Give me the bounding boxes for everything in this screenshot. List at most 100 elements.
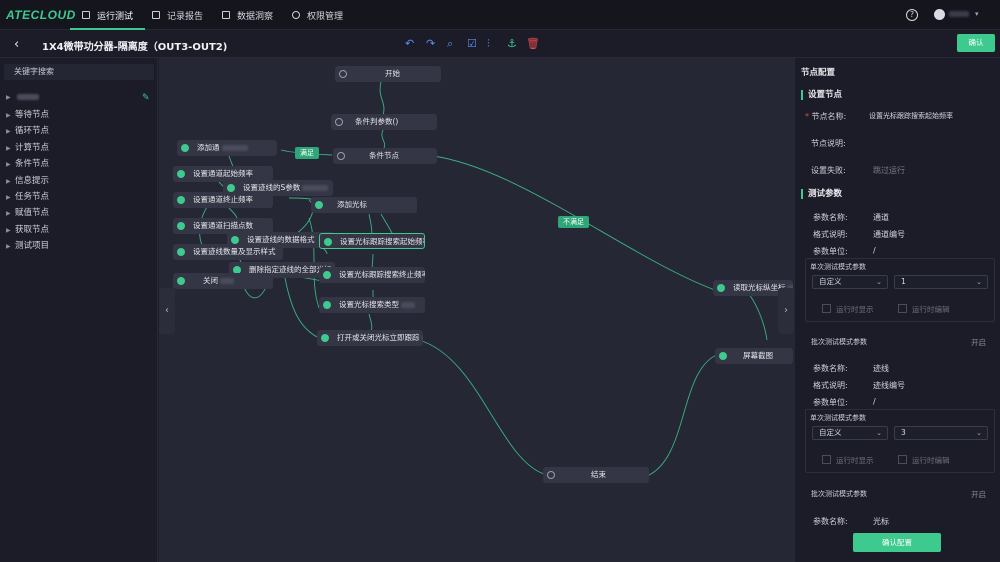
nav-record-report[interactable]: 记录报告 <box>152 0 203 30</box>
not-satisfied-tag: 不满足 <box>558 216 589 228</box>
keyword-search-input[interactable]: 关键字搜索 <box>4 64 154 80</box>
clock-icon <box>547 471 555 479</box>
node-desc-label: 节点说明: <box>811 139 846 148</box>
flow-canvas[interactable]: 开始 条件判参数() 条件节点 添加通 设置通道起始频率 设置迹线的S参数 设置… <box>159 58 794 562</box>
tree-item-info[interactable]: ▶ 信息提示 <box>6 174 49 186</box>
check-circle-icon <box>231 236 239 244</box>
node-add-marker[interactable]: 添加光标 <box>311 197 417 213</box>
node-condition[interactable]: 条件节点 <box>333 148 437 164</box>
condition-icon <box>335 118 343 126</box>
batch-mode-label-2: 批次测试模式参数 <box>811 490 867 498</box>
report-icon <box>152 11 160 19</box>
value-select-1[interactable]: 1 ⌄ <box>894 275 988 289</box>
check-circle-icon <box>177 170 185 178</box>
tree-item-get[interactable]: ▶ 获取节点 <box>6 223 49 235</box>
node-set-marker-start[interactable]: 设置光标跟踪搜索起始频率 <box>319 233 425 249</box>
node-name-value[interactable]: 设置光标跟踪搜索起始频率 <box>869 111 953 121</box>
node-set-marker-type[interactable]: 设置光标搜索类型 <box>319 297 425 313</box>
panel-title: 节点配置 <box>801 68 836 78</box>
tree-item-assign[interactable]: ▶ 赋值节点 <box>6 206 49 218</box>
nav-data-insight[interactable]: 数据洞察 <box>222 0 273 30</box>
node-set-trace-count[interactable]: 设置迹线数量及显示样式 <box>173 244 283 260</box>
confirm-button[interactable]: 确认 <box>957 34 995 52</box>
param3-name-label: 参数名称: <box>813 517 848 526</box>
tree-item-condition[interactable]: ▶ 条件节点 <box>6 157 49 169</box>
collapse-left-icon[interactable]: ‹ <box>159 288 175 334</box>
section-test-params: 测试参数 <box>801 189 842 199</box>
anchor-icon[interactable]: ⚓ <box>507 37 517 50</box>
avatar[interactable] <box>934 9 945 20</box>
clock-icon <box>339 70 347 78</box>
param1-unit: / <box>873 246 876 255</box>
app-logo: ATECLOUD <box>6 8 76 22</box>
node-set-ch-stop[interactable]: 设置通道终止频率 <box>173 192 273 208</box>
chevron-down-icon: ⌄ <box>976 429 982 437</box>
nav-run-test[interactable]: 运行测试 <box>69 0 146 30</box>
param1-name-label: 参数名称: <box>813 213 848 222</box>
editor-toolbar: ‹ 1X4微带功分器-隔离度（OUT3-OUT2) ↶ ↷ ⌕ ☑ ⫶ ⚓ 🗑 <box>0 30 1000 58</box>
run-show-checkbox-2[interactable]: 运行时显示 <box>822 455 874 466</box>
enable-switch-1[interactable]: 开启 <box>971 337 986 348</box>
collapse-right-icon[interactable]: › <box>778 288 794 334</box>
fail-value[interactable]: 跳过运行 <box>873 165 905 176</box>
back-icon[interactable]: ‹ <box>14 37 19 52</box>
edit-icon[interactable]: ✎ <box>142 93 150 103</box>
adjust-icon[interactable]: ⫶ <box>487 37 490 51</box>
tree-item-blurred[interactable]: ▶ <box>6 92 39 102</box>
node-library-panel: 关键字搜索 ▶ ✎ ▶ 等待节点 ▶ 循环节点 ▶ 计算节点 ▶ 条件节点 ▶ 信息提示 … <box>0 58 158 562</box>
tree-item-loop[interactable]: ▶ 循环节点 <box>6 124 49 136</box>
check-circle-icon <box>324 238 332 246</box>
param1-unit-label: 参数单位: <box>813 247 848 256</box>
help-icon[interactable]: ? <box>906 9 918 21</box>
gear-icon <box>292 11 300 19</box>
check-circle-icon <box>177 277 185 285</box>
node-cond-param[interactable]: 条件判参数() <box>331 114 437 130</box>
delete-icon[interactable]: 🗑 <box>526 37 540 50</box>
check-icon[interactable]: ☑ <box>467 37 477 50</box>
monitor-icon <box>82 11 90 19</box>
check-circle-icon <box>177 248 185 256</box>
node-screenshot[interactable]: 屏幕截图 <box>715 348 793 364</box>
param2-fmt: 迹线编号 <box>873 381 905 390</box>
check-circle-icon <box>177 196 185 204</box>
tree-item-task[interactable]: ▶ 任务节点 <box>6 190 49 202</box>
check-circle-icon <box>181 144 189 152</box>
check-circle-icon <box>321 334 329 342</box>
filter-icon <box>337 152 345 160</box>
tree-item-calc[interactable]: ▶ 计算节点 <box>6 141 49 153</box>
flow-connections <box>199 81 768 477</box>
confirm-config-button[interactable]: 确认配置 <box>853 533 941 552</box>
check-circle-icon <box>323 271 331 279</box>
nav-permission[interactable]: 权限管理 <box>292 0 343 30</box>
run-show-checkbox-1[interactable]: 运行时显示 <box>822 304 874 315</box>
run-edit-checkbox-1[interactable]: 运行时编辑 <box>898 304 950 315</box>
param2-name-label: 参数名称: <box>813 364 848 373</box>
enable-switch-2[interactable]: 开启 <box>971 489 986 500</box>
run-edit-checkbox-2[interactable]: 运行时编辑 <box>898 455 950 466</box>
node-close-all[interactable]: 关闭 <box>173 273 273 289</box>
tree-item-wait[interactable]: ▶ 等待节点 <box>6 108 49 120</box>
zoom-icon[interactable]: ⌕ <box>447 37 453 51</box>
caret-right-icon: ▶ <box>6 94 11 101</box>
tree-item-test-project[interactable]: ▶ 测试项目 <box>6 239 49 251</box>
param1-name: 通道 <box>873 213 889 222</box>
satisfied-tag: 满足 <box>295 147 319 159</box>
node-add-channel[interactable]: 添加通 <box>177 140 277 156</box>
chevron-down-icon: ⌄ <box>876 429 882 437</box>
node-start[interactable]: 开始 <box>335 66 441 82</box>
check-circle-icon <box>227 184 235 192</box>
param2-fmt-label: 格式说明: <box>813 381 848 390</box>
chevron-down-icon: ⌄ <box>976 278 982 286</box>
chevron-down-icon[interactable]: ▾ <box>975 10 979 18</box>
check-circle-icon <box>323 301 331 309</box>
mode-select-1[interactable]: 自定义 ⌄ <box>812 275 888 289</box>
node-set-marker-stop[interactable]: 设置光标跟踪搜索终止频率 <box>319 267 425 283</box>
node-toggle-marker[interactable]: 打开或关闭光标立即跟踪 <box>317 330 423 346</box>
chart-icon <box>222 11 230 19</box>
node-end[interactable]: 结束 <box>543 467 649 483</box>
redo-icon[interactable]: ↷ <box>426 37 435 50</box>
mode-select-2[interactable]: 自定义 ⌄ <box>812 426 888 440</box>
value-select-2[interactable]: 3 ⌄ <box>894 426 988 440</box>
undo-icon[interactable]: ↶ <box>405 37 414 50</box>
user-name-blurred <box>949 11 969 17</box>
